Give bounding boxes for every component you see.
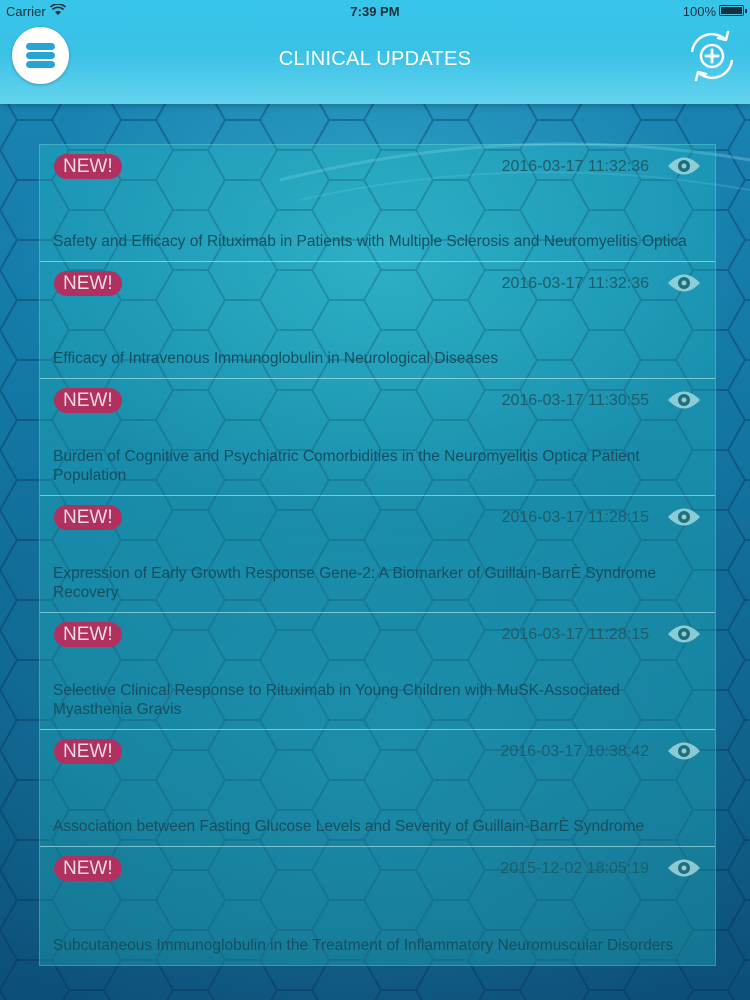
update-row[interactable]: NEW! 2016-03-17 11:32:36 Efficacy of Intra… bbox=[40, 262, 715, 379]
clinical-updates-list: NEW! 2016-03-17 11:32:36 Safety and Effica… bbox=[39, 144, 716, 966]
update-row[interactable]: NEW! 2016-03-17 11:30:55 Burden of Cogniti… bbox=[40, 379, 715, 496]
battery-percentage: 100% bbox=[682, 4, 716, 19]
new-badge: NEW! bbox=[54, 739, 122, 764]
status-bar: Carrier 7:39 PM 100% bbox=[0, 0, 750, 22]
update-title: Safety and Efficacy of Rituximab in Pati… bbox=[53, 233, 687, 250]
update-title: Association between Fasting Glucose Leve… bbox=[53, 818, 645, 835]
update-row[interactable]: NEW! 2016-03-17 11:28:15 Expression of Ear… bbox=[40, 496, 715, 613]
update-title: Subcutaneous Immunoglobulin in the Treat… bbox=[53, 937, 674, 954]
eye-icon[interactable] bbox=[666, 855, 702, 881]
clock: 7:39 PM bbox=[350, 4, 400, 19]
update-title: Selective Clinical Response to Rituximab… bbox=[53, 682, 620, 718]
eye-icon[interactable] bbox=[666, 387, 702, 413]
battery-icon bbox=[719, 5, 747, 16]
update-row[interactable]: NEW! 2015-12-02 18:05:19 Subcutaneous Immu… bbox=[40, 847, 715, 965]
update-row[interactable]: NEW! 2016-03-17 11:28:15 Selective Clinica… bbox=[40, 613, 715, 730]
update-timestamp: 2016-03-17 11:32:36 bbox=[501, 275, 649, 292]
update-row[interactable]: NEW! 2016-03-17 10:38:42 Association betwe… bbox=[40, 730, 715, 847]
new-badge: NEW! bbox=[54, 388, 122, 413]
sync-refresh-icon[interactable] bbox=[684, 28, 740, 84]
update-title: Efficacy of Intravenous Immunoglobulin i… bbox=[53, 350, 499, 367]
update-timestamp: 2015-12-02 18:05:19 bbox=[500, 860, 649, 877]
new-badge: NEW! bbox=[54, 622, 122, 647]
update-timestamp: 2016-03-17 11:32:36 bbox=[501, 158, 649, 175]
eye-icon[interactable] bbox=[666, 153, 702, 179]
eye-icon[interactable] bbox=[666, 738, 702, 764]
hamburger-menu-icon[interactable] bbox=[12, 27, 69, 84]
update-timestamp: 2016-03-17 11:30:55 bbox=[501, 392, 649, 409]
new-badge: NEW! bbox=[54, 505, 122, 530]
update-timestamp: 2016-03-17 10:38:42 bbox=[500, 743, 649, 760]
update-title: Burden of Cognitive and Psychiatric Como… bbox=[53, 448, 640, 484]
new-badge: NEW! bbox=[54, 856, 122, 881]
new-badge: NEW! bbox=[54, 271, 122, 296]
update-row[interactable]: NEW! 2016-03-17 11:32:36 Safety and Effica… bbox=[40, 145, 715, 262]
update-timestamp: 2016-03-17 11:28:15 bbox=[501, 626, 649, 643]
eye-icon[interactable] bbox=[666, 270, 702, 296]
eye-icon[interactable] bbox=[666, 504, 702, 530]
update-timestamp: 2016-03-17 11:28:15 bbox=[501, 509, 649, 526]
page-title: CLINICAL UPDATES bbox=[278, 48, 472, 70]
update-title: Expression of Early Growth Response Gene… bbox=[53, 565, 657, 601]
eye-icon[interactable] bbox=[666, 621, 702, 647]
new-badge: NEW! bbox=[54, 154, 122, 179]
